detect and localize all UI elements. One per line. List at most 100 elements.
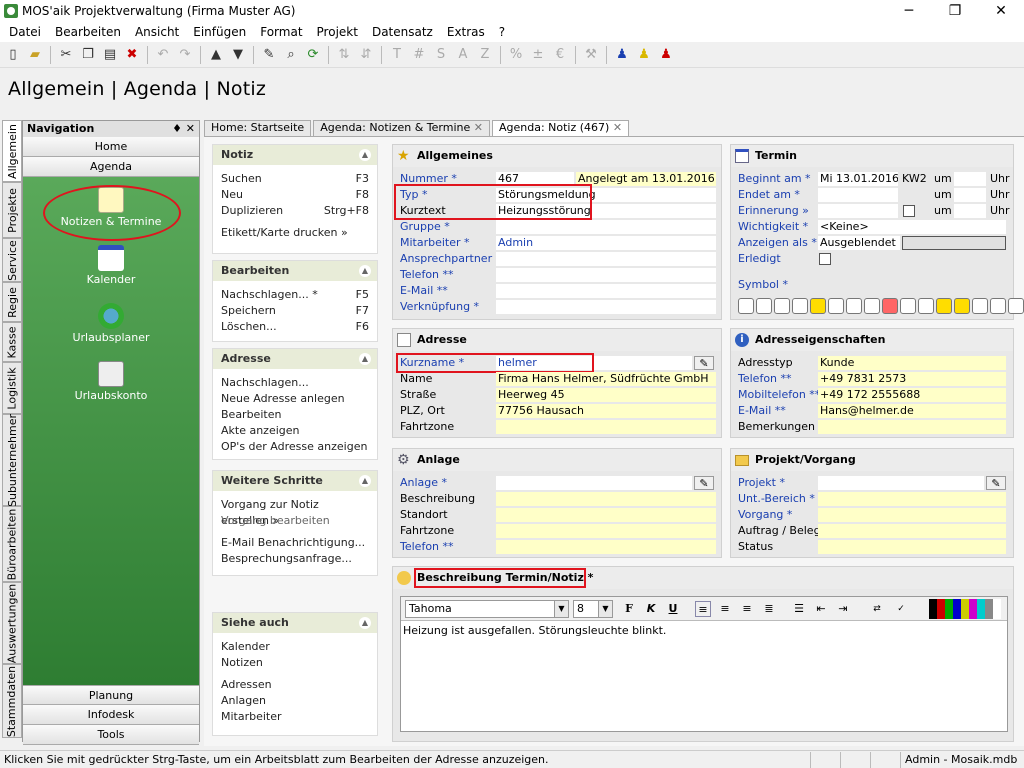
close-icon[interactable]: ✕ [613,121,622,134]
wichtigkeit-field[interactable]: <Keine> [818,220,1006,234]
symbol-icon[interactable] [882,298,898,314]
percent-icon[interactable]: % [506,45,526,65]
symbol-icon[interactable] [756,298,772,314]
currency-icon[interactable]: € [550,45,570,65]
outdent-icon[interactable]: ⇤ [813,601,829,617]
beginnt-field[interactable]: Mi 13.01.2016 [818,172,898,186]
task-ops[interactable]: OP's der Adresse anzeigen [213,439,377,455]
color-palette[interactable] [929,599,1001,619]
user-red-icon[interactable]: ♟ [656,45,676,65]
edit-pen-icon[interactable]: ✎ [259,45,279,65]
task-neue-adresse[interactable]: Neue Adresse anlegen [213,391,377,407]
nav-tools-button[interactable]: Tools [23,725,199,745]
collapse-icon[interactable]: ▲ [359,617,371,629]
menu-projekt[interactable]: Projekt [310,25,365,39]
copy-icon[interactable]: ❐ [78,45,98,65]
spellcheck-icon[interactable]: ✓ [893,601,909,617]
menu-datensatz[interactable]: Datensatz [365,25,440,39]
erinnerung-field[interactable] [818,204,898,218]
task-adresse-bearbeiten[interactable]: Bearbeiten [213,407,377,423]
a-icon[interactable]: A [453,45,473,65]
user-blue-icon[interactable]: ♟ [612,45,632,65]
task-besprechung[interactable]: Besprechungsanfrage... [213,551,377,567]
symbol-icon[interactable] [990,298,1006,314]
erinnerung-time-field[interactable] [954,204,986,218]
vtab-projekte[interactable]: Projekte [2,182,22,238]
editor-text[interactable]: Heizung ist ausgefallen. Störungsleuchte… [401,621,1007,640]
gruppe-field[interactable] [496,220,716,234]
pin-close-icon[interactable]: ♦ ✕ [172,121,199,137]
tab-notizen-termine[interactable]: Agenda: Notizen & Termine ✕ [313,120,490,136]
task-loeschen[interactable]: Löschen... F6 [213,319,377,335]
task-suchen[interactable]: Suchen F3 [213,171,377,187]
sort-desc-icon[interactable]: ⇵ [356,45,376,65]
task-duplizieren[interactable]: Duplizieren Strg+F8 [213,203,377,219]
nav-planung-button[interactable]: Planung [23,685,199,705]
projekt-edit-icon[interactable]: ✎ [986,476,1006,490]
symbol-icon[interactable] [774,298,790,314]
menu-ansicht[interactable]: Ansicht [128,25,186,39]
align-center-icon[interactable]: ≡ [717,601,733,617]
task-vorgang-bearbeiten[interactable]: Vorgang bearbeiten [213,513,377,529]
align-right-icon[interactable]: ≡ [739,601,755,617]
vtab-subunternehmer[interactable]: Subunternehmer [2,413,22,507]
symbol-icon[interactable] [810,298,826,314]
nav-infodesk-button[interactable]: Infodesk [23,705,199,725]
vtab-allgemein[interactable]: Allgemein [2,120,22,182]
undo-icon[interactable]: ↶ [153,45,173,65]
vtab-service[interactable]: Service [2,238,22,282]
font-select[interactable]: Tahoma ▼ [405,600,569,618]
open-icon[interactable]: ▰ [25,45,45,65]
nav-item-urlaubskonto[interactable]: Urlaubskonto [23,361,199,402]
ansprechpartner-field[interactable] [496,252,716,266]
nav-item-kalender[interactable]: Kalender [23,245,199,286]
number-icon[interactable]: # [409,45,429,65]
sort-asc-icon[interactable]: ⇅ [334,45,354,65]
new-icon[interactable]: ▯ [3,45,23,65]
text-icon[interactable]: T [387,45,407,65]
vtab-stammdaten[interactable]: Stammdaten [2,664,22,738]
symbol-icon[interactable] [1008,298,1024,314]
task-mitarbeiter[interactable]: Mitarbeiter [213,709,377,725]
tab-notiz-467[interactable]: Agenda: Notiz (467) ✕ [491,120,630,136]
vtab-kasse[interactable]: Kasse [2,322,22,362]
paste-icon[interactable]: ▤ [100,45,120,65]
arrow-up-icon[interactable]: ▲ [206,45,226,65]
close-icon[interactable]: ✕ [474,121,483,134]
decimal-icon[interactable]: ± [528,45,548,65]
symbol-icon[interactable] [954,298,970,314]
italic-icon[interactable]: K [643,601,659,617]
menu-datei[interactable]: Datei [2,25,48,39]
menu-help[interactable]: ? [492,25,512,39]
anlage-field[interactable] [496,476,692,490]
menu-extras[interactable]: Extras [440,25,492,39]
menu-format[interactable]: Format [253,25,309,39]
task-akte[interactable]: Akte anzeigen [213,423,377,439]
s-icon[interactable]: S [431,45,451,65]
symbol-icon[interactable] [738,298,754,314]
task-email[interactable]: E-Mail Benachrichtigung... [213,535,377,551]
task-notizen[interactable]: Notizen [213,655,377,671]
minimize-button[interactable]: ─ [886,3,932,19]
collapse-icon[interactable]: ▲ [359,353,371,365]
vtab-logistik[interactable]: Logistik [2,362,22,414]
task-vorgang-erstellen[interactable]: Vorgang zur Notiz erstellen » [213,497,377,527]
erledigt-checkbox[interactable] [819,253,831,265]
symbol-icon[interactable] [846,298,862,314]
telefon-field[interactable] [496,268,716,282]
task-etikett[interactable]: Etikett/Karte drucken » [213,225,377,241]
justify-icon[interactable]: ≣ [761,601,777,617]
task-kalender[interactable]: Kalender [213,639,377,655]
delete-icon[interactable]: ✖ [122,45,142,65]
erinnerung-label[interactable]: Erinnerung » [738,204,809,217]
tab-startseite[interactable]: Home: Startseite [204,120,312,136]
beginnt-time-field[interactable] [954,172,986,186]
task-speichern[interactable]: Speichern F7 [213,303,377,319]
collapse-icon[interactable]: ▲ [359,265,371,277]
lookup-icon[interactable]: ⌕ [281,45,301,65]
task-nachschlagen[interactable]: Nachschlagen... * F5 [213,287,377,303]
anzeigen-color[interactable] [902,236,1006,250]
endet-time-field[interactable] [954,188,986,202]
z-icon[interactable]: Z [475,45,495,65]
refresh-icon[interactable]: ⟳ [303,45,323,65]
